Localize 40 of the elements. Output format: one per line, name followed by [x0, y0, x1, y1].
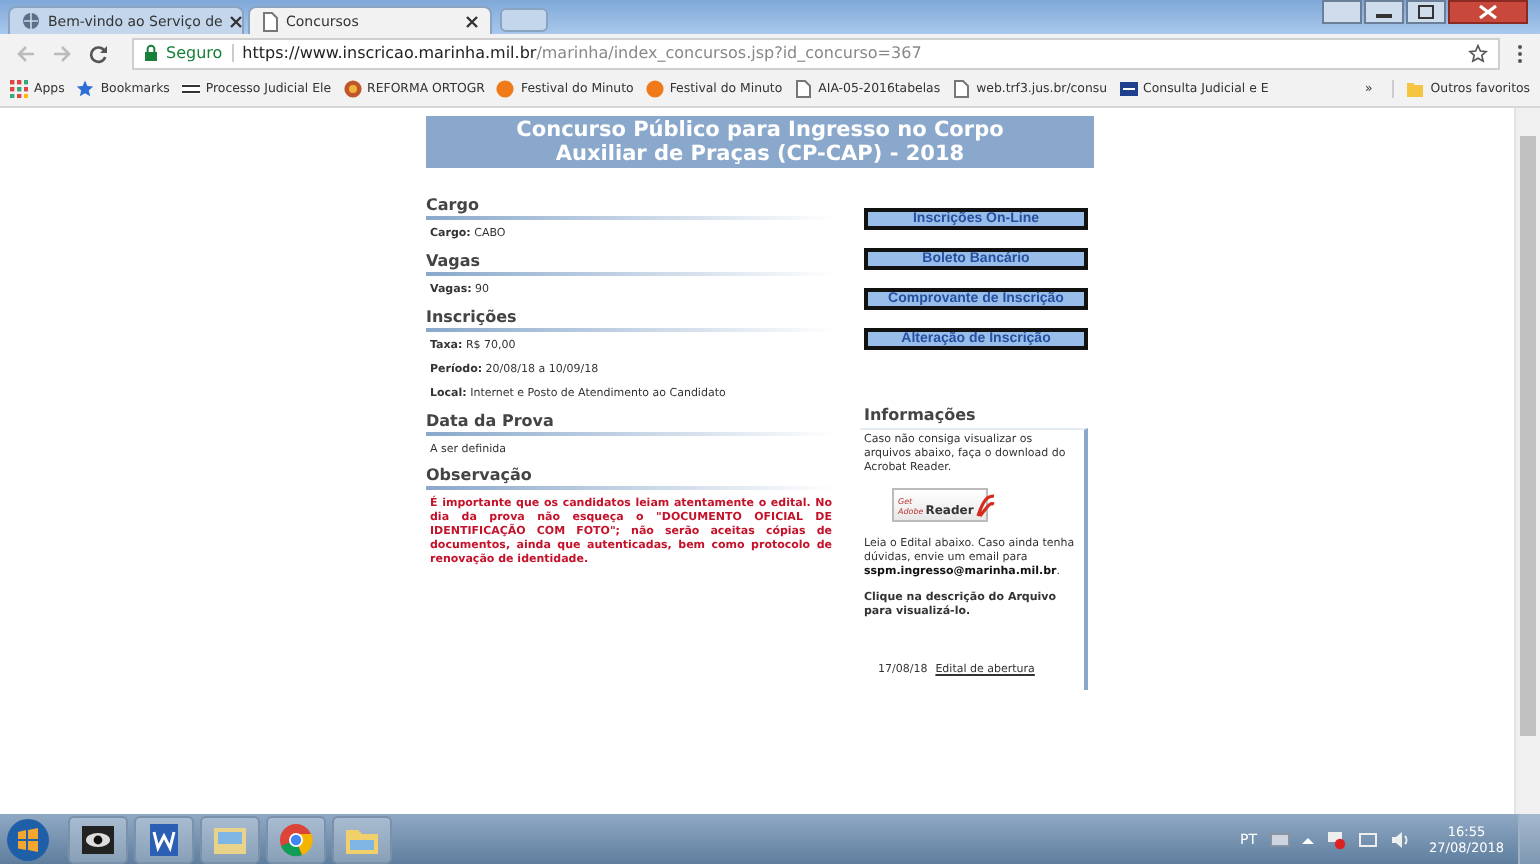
url-text: https://www.inscricao.marinha.mil.br/marinha/index_concursos.jsp?id_concurso=367 — [242, 44, 922, 62]
page-title: Concurso Público para Ingresso no Corpo — [514, 118, 1006, 142]
secure-label: Seguro — [166, 44, 235, 62]
star-icon[interactable] — [1468, 43, 1488, 63]
taskbar-button[interactable] — [134, 815, 194, 863]
scrollbar[interactable] — [1514, 108, 1540, 814]
page-icon — [262, 11, 278, 31]
folder-icon — [1406, 80, 1425, 98]
menu-icon[interactable] — [1516, 43, 1524, 63]
start-button-icon[interactable] — [6, 817, 50, 861]
close-icon[interactable] — [230, 15, 243, 27]
globe-icon — [343, 80, 362, 98]
speaker-icon[interactable] — [1389, 829, 1410, 849]
section-heading: Cargo — [426, 196, 481, 214]
show-hidden-icons-icon[interactable] — [1301, 833, 1314, 845]
section-heading: Data da Prova — [426, 412, 556, 430]
lock-icon — [144, 44, 158, 62]
back-icon[interactable] — [16, 43, 36, 63]
taskbar-button[interactable] — [68, 815, 128, 863]
circle-icon — [496, 80, 515, 98]
forward-icon[interactable] — [52, 43, 72, 63]
page-title: Auxiliar de Praças (CP-CAP) - 2018 — [553, 142, 967, 166]
page-icon — [794, 80, 813, 98]
globe-icon — [22, 12, 40, 30]
star-icon — [76, 80, 95, 98]
close-icon[interactable] — [1448, 0, 1528, 24]
reader-logo-icon — [975, 493, 996, 517]
section-heading: Vagas — [426, 252, 483, 270]
new-tab-button[interactable] — [500, 8, 548, 32]
close-icon[interactable] — [466, 15, 478, 27]
apps-icon — [10, 80, 28, 98]
minimize-icon[interactable] — [1364, 0, 1404, 24]
circle-icon — [645, 80, 664, 98]
maximize-icon[interactable] — [1406, 0, 1446, 24]
address-bar[interactable]: Seguro https://www.inscricao.marinha.mil.br/marinha/index_concursos.jsp?id_concurso=367 — [132, 37, 1500, 69]
section-heading: Observação — [426, 466, 534, 484]
reload-icon[interactable] — [88, 43, 108, 63]
page-icon — [952, 80, 971, 98]
section-heading: Informações — [864, 406, 978, 424]
section-heading: Inscrições — [426, 308, 519, 326]
